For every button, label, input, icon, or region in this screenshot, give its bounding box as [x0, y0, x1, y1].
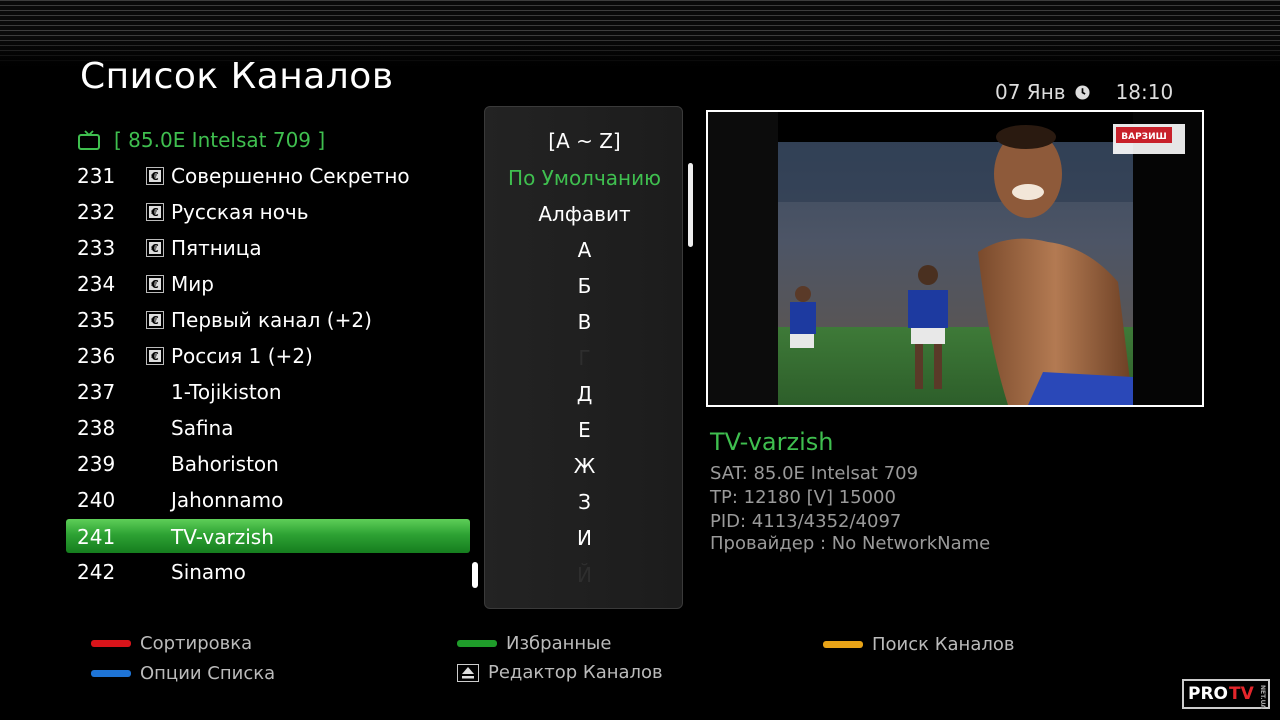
date-time: 07 Янв 18:10 [995, 80, 1173, 104]
channel-row[interactable]: 231 € Совершенно Секретно [66, 158, 470, 194]
channel-name: Россия 1 (+2) [171, 344, 313, 368]
channel-row[interactable]: 235 € Первый канал (+2) [66, 302, 470, 338]
protv-watermark-logo: PRO TV NET.UA [1182, 679, 1270, 709]
svg-text:€: € [150, 206, 159, 219]
channel-row[interactable]: 242 Sinamo [66, 554, 470, 590]
channel-row[interactable]: 232 € Русская ночь [66, 194, 470, 230]
favorites-legend-label: Избранные [506, 633, 612, 654]
channel-name: Sinamo [171, 560, 246, 584]
svg-text:€: € [150, 242, 159, 255]
svg-text:€: € [150, 170, 159, 183]
favorites-legend-button[interactable]: Избранные [457, 633, 611, 654]
channel-name: Safina [171, 416, 234, 440]
sort-legend-label: Сортировка [140, 633, 253, 654]
channel-name: Bahoriston [171, 452, 279, 476]
channel-row[interactable]: 240 Jahonnamo [66, 482, 470, 518]
channel-row[interactable]: 241 TV-varzish [66, 519, 470, 553]
sort-option[interactable]: Е [485, 418, 684, 442]
channel-number: 235 [77, 308, 116, 332]
sat-info: SAT: 85.0E Intelsat 709 [710, 463, 919, 484]
channel-number: 231 [77, 164, 116, 188]
scrambled-icon: € [146, 203, 164, 221]
channel-number: 241 [77, 525, 116, 549]
sort-option[interactable]: И [485, 526, 684, 550]
channel-name: Пятница [171, 236, 262, 260]
channel-row[interactable]: 234 € Мир [66, 266, 470, 302]
channel-name: TV-varzish [171, 525, 274, 549]
blue-key-icon [91, 670, 131, 677]
date-label: 07 Янв [995, 80, 1066, 104]
scrambled-icon: € [146, 347, 164, 365]
channel-number: 237 [77, 380, 116, 404]
sort-option[interactable]: Алфавит [485, 202, 684, 226]
channel-name: 1-Tojikiston [171, 380, 282, 404]
channel-name: Первый канал (+2) [171, 308, 372, 332]
sort-option[interactable]: А [485, 238, 684, 262]
svg-text:€: € [150, 350, 159, 363]
selected-channel-name: TV-varzish [710, 428, 834, 456]
channel-number: 242 [77, 560, 116, 584]
channel-number: 234 [77, 272, 116, 296]
preview-channel-logo: ВАРЗИШ [1121, 132, 1166, 142]
editor-legend-label: Редактор Каналов [488, 662, 663, 683]
channel-list-scrollbar[interactable] [472, 562, 478, 588]
eject-icon [457, 663, 479, 682]
page-title: Список Каналов [80, 56, 394, 97]
search-legend-button[interactable]: Поиск Каналов [823, 634, 1014, 655]
sort-panel: [A ~ Z] По Умолчанию Алфавит А Б В Г Д Е Ж З И Й [484, 106, 693, 609]
channel-name: Совершенно Секретно [171, 164, 410, 188]
sort-legend-button[interactable]: Сортировка [91, 633, 252, 654]
editor-legend-button[interactable]: Редактор Каналов [457, 662, 663, 683]
preview-image: ВАРЗИШ [708, 112, 1202, 405]
video-preview: ВАРЗИШ [706, 110, 1204, 407]
provider-info: Провайдер : No NetworkName [710, 533, 991, 554]
svg-text:€: € [150, 278, 159, 291]
channel-name: Jahonnamo [171, 488, 284, 512]
channel-number: 240 [77, 488, 116, 512]
logo-pro-text: PRO [1188, 684, 1229, 704]
scrambled-icon: € [146, 275, 164, 293]
svg-text:€: € [150, 314, 159, 327]
channel-row[interactable]: 237 1-Tojikiston [66, 374, 470, 410]
scrambled-icon: € [146, 167, 164, 185]
channel-number: 232 [77, 200, 116, 224]
channel-row[interactable]: 236 € Россия 1 (+2) [66, 338, 470, 374]
sort-option: Й [577, 563, 592, 587]
channel-row[interactable]: 239 Bahoriston [66, 446, 470, 482]
channel-number: 238 [77, 416, 116, 440]
scrambled-icon: € [146, 239, 164, 257]
tv-icon [78, 130, 100, 150]
logo-net-text: NET.UA [1259, 685, 1266, 709]
sort-option[interactable]: З [485, 490, 684, 514]
channel-name: Русская ночь [171, 200, 309, 224]
tp-info: TP: 12180 [V] 15000 [710, 487, 896, 508]
sort-option[interactable]: Ж [485, 454, 684, 478]
clock-icon [1075, 84, 1090, 100]
yellow-key-icon [823, 641, 863, 648]
scrambled-icon: € [146, 311, 164, 329]
channel-name: Мир [171, 272, 214, 296]
logo-tv-text: TV [1229, 684, 1254, 704]
sort-option[interactable]: Б [485, 274, 684, 298]
satellite-label: [ 85.0E Intelsat 709 ] [114, 128, 326, 152]
satellite-header: [ 85.0E Intelsat 709 ] [78, 128, 325, 152]
options-legend-label: Опции Списка [140, 663, 276, 684]
options-legend-button[interactable]: Опции Списка [91, 663, 275, 684]
sort-option[interactable]: В [485, 310, 684, 334]
channel-number: 239 [77, 452, 116, 476]
pid-info: PID: 4113/4352/4097 [710, 511, 902, 532]
channel-row[interactable]: 238 Safina [66, 410, 470, 446]
sort-panel-scrollbar[interactable] [688, 163, 693, 247]
sort-option[interactable]: По Умолчанию [485, 166, 684, 190]
channel-row[interactable]: 233 € Пятница [66, 230, 470, 266]
sort-option[interactable]: [A ~ Z] [485, 129, 684, 153]
sort-option: Г [578, 346, 591, 370]
channel-number: 236 [77, 344, 116, 368]
search-legend-label: Поиск Каналов [872, 634, 1015, 655]
sort-option[interactable]: Д [485, 382, 684, 406]
green-key-icon [457, 640, 497, 647]
channel-number: 233 [77, 236, 116, 260]
time-label: 18:10 [1115, 80, 1174, 104]
red-key-icon [91, 640, 131, 647]
